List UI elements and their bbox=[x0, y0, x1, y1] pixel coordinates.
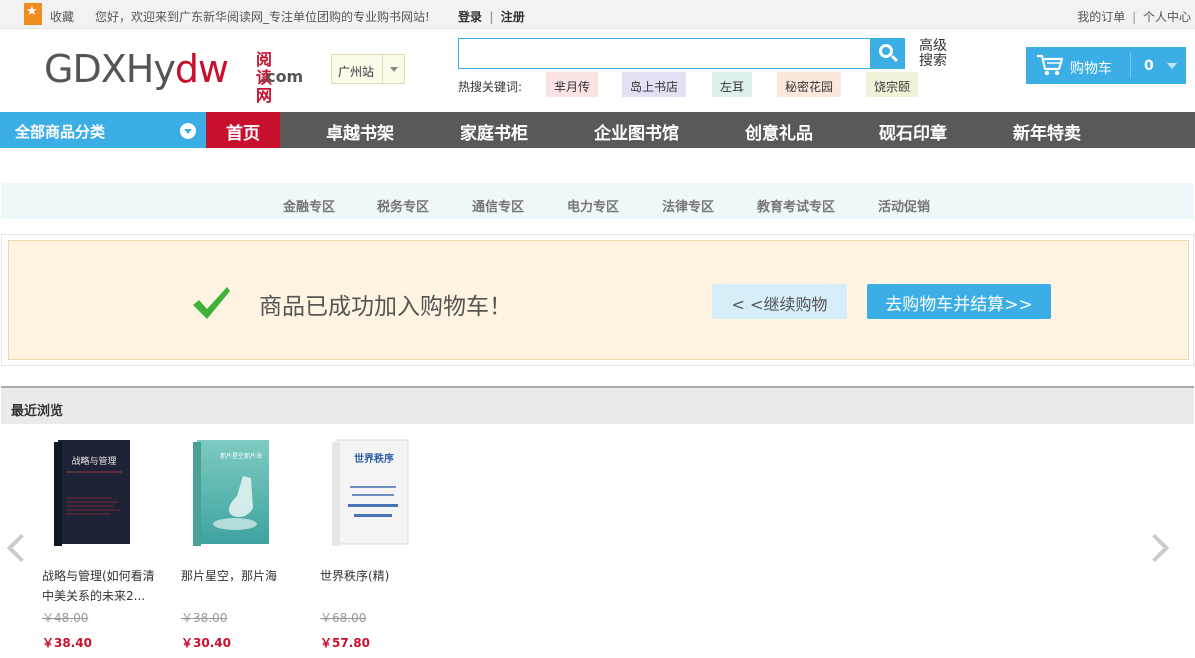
cart-button[interactable]: 购物车 0 bbox=[1026, 47, 1186, 84]
chevron-right-icon[interactable] bbox=[1151, 534, 1165, 562]
original-price: ￥38.00 bbox=[181, 611, 228, 625]
hot-keyword-tag[interactable]: 饶宗颐 bbox=[866, 72, 919, 97]
go-to-cart-checkout-button[interactable]: 去购物车并结算>> bbox=[867, 284, 1051, 319]
cover-title-text: 战略与管理 bbox=[71, 455, 116, 467]
login-link[interactable]: 登录 bbox=[458, 10, 482, 24]
sale-price: ￥30.40 bbox=[181, 636, 231, 650]
sale-price: ￥57.80 bbox=[320, 636, 370, 650]
account-links: 我的订单 | 个人中心 bbox=[1077, 8, 1191, 25]
nav-item[interactable]: 企业图书馆 bbox=[594, 119, 679, 144]
nav-item-home[interactable]: 首页 bbox=[206, 112, 280, 148]
cart-count-badge: 0 bbox=[1144, 58, 1154, 74]
hot-keyword-tag[interactable]: 秘密花园 bbox=[777, 72, 842, 97]
cart-label: 购物车 bbox=[1070, 61, 1112, 77]
logo-text-com: .com bbox=[260, 67, 304, 86]
header: GDXHydw 阅读网 .com 广州站 高级搜索 热搜关键词: 芈月传 岛上书… bbox=[0, 29, 1195, 112]
hot-keyword-tag[interactable]: 左耳 bbox=[712, 72, 753, 97]
personal-center-link[interactable]: 个人中心 bbox=[1143, 10, 1191, 24]
hot-keyword-tag[interactable]: 岛上书店 bbox=[622, 72, 687, 97]
chevron-down-icon[interactable] bbox=[1164, 55, 1180, 75]
subnav-item[interactable]: 教育考试专区 bbox=[757, 196, 835, 215]
sale-price: ￥38.40 bbox=[42, 636, 92, 650]
all-categories-label: 全部商品分类 bbox=[15, 123, 106, 141]
section-title: 最近浏览 bbox=[1, 388, 1194, 424]
checkmark-icon bbox=[193, 287, 230, 319]
subnav-item[interactable]: 法律专区 bbox=[662, 196, 714, 215]
nav-item[interactable]: 创意礼品 bbox=[745, 119, 813, 144]
nav-item[interactable]: 新年特卖 bbox=[1013, 119, 1081, 144]
shopping-cart-icon bbox=[1037, 54, 1064, 76]
city-selector[interactable]: 广州站 bbox=[331, 54, 405, 84]
city-selected-value: 广州站 bbox=[338, 65, 375, 79]
original-price: ￥48.00 bbox=[42, 611, 89, 625]
book-cover-image[interactable]: 那片星空那片海 bbox=[191, 438, 271, 548]
logo-text-red: dw bbox=[174, 47, 229, 91]
chevron-down-icon bbox=[382, 55, 404, 83]
logo-text-gray: GDXHy bbox=[44, 47, 176, 91]
register-link[interactable]: 注册 bbox=[501, 10, 525, 24]
search-input[interactable] bbox=[458, 38, 871, 69]
search-button[interactable] bbox=[870, 38, 905, 69]
welcome-text: 您好，欢迎来到广东新华阅读网_专注单位团购的专业购书网站! bbox=[95, 10, 430, 24]
nav-item[interactable]: 卓越书架 bbox=[326, 119, 394, 144]
main-nav: 全部商品分类 首页 卓越书架 家庭书柜 企业图书馆 创意礼品 砚石印章 新年特卖 bbox=[0, 112, 1195, 148]
bookmark-star-icon[interactable] bbox=[24, 3, 42, 25]
subnav-item[interactable]: 金融专区 bbox=[283, 196, 335, 215]
favorite-link[interactable]: 收藏 bbox=[50, 8, 74, 25]
hot-keywords-label: 热搜关键词: bbox=[458, 80, 523, 94]
top-bar: 收藏 您好，欢迎来到广东新华阅读网_专注单位团购的专业购书网站! 登录 | 注册… bbox=[0, 0, 1195, 29]
book-cover-image[interactable]: 战略与管理 bbox=[52, 438, 132, 548]
all-categories-menu[interactable]: 全部商品分类 bbox=[0, 112, 206, 148]
product-title[interactable]: 那片星空，那片海 bbox=[181, 566, 301, 586]
nav-item[interactable]: 砚石印章 bbox=[879, 119, 947, 144]
success-message: 商品已成功加入购物车！ bbox=[259, 294, 512, 320]
auth-links: 登录 | 注册 bbox=[458, 8, 525, 25]
chevron-left-icon[interactable] bbox=[7, 534, 21, 562]
book-cover-image[interactable]: 世界秩序 bbox=[330, 438, 410, 548]
nav-item[interactable]: 家庭书柜 bbox=[460, 119, 528, 144]
my-orders-link[interactable]: 我的订单 bbox=[1077, 10, 1125, 24]
separator: | bbox=[1132, 10, 1137, 24]
product-title[interactable]: 世界秩序(精) bbox=[320, 566, 440, 586]
success-panel: 商品已成功加入购物车！ < <继续购物 去购物车并结算>> bbox=[8, 240, 1189, 360]
advanced-search-link[interactable]: 高级搜索 bbox=[919, 39, 949, 69]
subnav-item[interactable]: 活动促销 bbox=[878, 196, 930, 215]
continue-shopping-button[interactable]: < <继续购物 bbox=[712, 284, 847, 319]
original-price: ￥68.00 bbox=[320, 611, 367, 625]
subnav-item[interactable]: 通信专区 bbox=[472, 196, 524, 215]
cover-title-text: 世界秩序 bbox=[354, 452, 394, 465]
hot-keyword-tag[interactable]: 芈月传 bbox=[546, 72, 599, 97]
chevron-down-icon bbox=[180, 123, 196, 139]
cover-title-text: 那片星空那片海 bbox=[220, 452, 262, 460]
sub-nav: 金融专区 税务专区 通信专区 电力专区 法律专区 教育考试专区 活动促销 bbox=[1, 183, 1194, 219]
recently-viewed-section: 最近浏览 战略与管理 战略与管理(如何看清中美关系的未来2... ￥48.00 … bbox=[1, 386, 1194, 658]
add-to-cart-result: 商品已成功加入购物车！ < <继续购物 去购物车并结算>> bbox=[1, 234, 1194, 366]
subnav-item[interactable]: 电力专区 bbox=[567, 196, 619, 215]
product-title[interactable]: 战略与管理(如何看清中美关系的未来2... bbox=[42, 566, 162, 606]
separator: | bbox=[489, 10, 494, 24]
subnav-item[interactable]: 税务专区 bbox=[377, 196, 429, 215]
site-logo[interactable]: GDXHydw 阅读网 .com bbox=[44, 47, 303, 105]
